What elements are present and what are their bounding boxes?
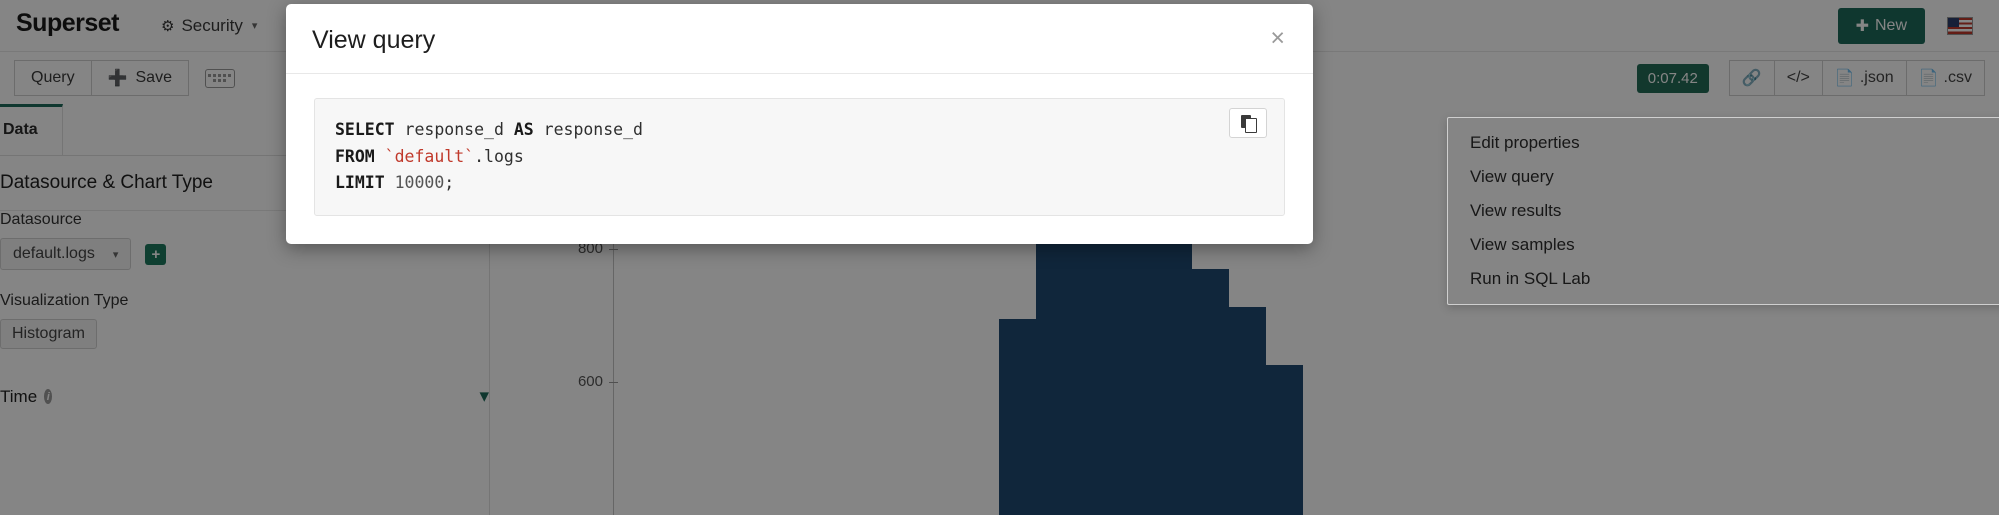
sql-alias: response_d <box>533 120 643 139</box>
copy-icon <box>1241 115 1257 133</box>
menu-item-view-samples[interactable]: View samples <box>1448 228 1999 262</box>
menu-item-run-in-sql-lab[interactable]: Run in SQL Lab <box>1448 262 1999 296</box>
close-icon[interactable]: × <box>1268 26 1287 51</box>
sql-limit-value: 10000 <box>384 173 445 193</box>
modal-body: SELECT response_d AS response_d FROM `de… <box>286 74 1313 244</box>
sql-semicolon: ; <box>444 173 455 193</box>
sql-select-columns: response_d <box>394 120 514 139</box>
sql-keyword-limit: LIMIT <box>335 173 385 193</box>
menu-item-edit-properties[interactable]: Edit properties <box>1448 126 1999 160</box>
sql-query-text[interactable]: SELECT response_d AS response_d FROM `de… <box>314 98 1285 217</box>
superset-explore-page: Superset ⚙ Security ▾ Manage ▾ ☃ Sources… <box>0 0 1999 515</box>
menu-item-view-results[interactable]: View results <box>1448 194 1999 228</box>
modal-header: View query × <box>286 4 1313 74</box>
chart-actions-dropdown[interactable]: Edit properties View query View results … <box>1447 117 1999 305</box>
sql-schema-literal: `default` <box>374 146 475 166</box>
sql-keyword-as: AS <box>513 120 534 139</box>
view-query-modal: View query × SELECT response_d AS respon… <box>286 4 1313 245</box>
menu-item-view-query[interactable]: View query <box>1448 160 1999 194</box>
sql-keyword-from: FROM <box>335 146 375 166</box>
copy-query-button[interactable] <box>1229 108 1267 138</box>
modal-title: View query <box>312 26 436 54</box>
sql-table-name: .logs <box>474 146 524 166</box>
sql-keyword-select: SELECT <box>335 120 395 139</box>
